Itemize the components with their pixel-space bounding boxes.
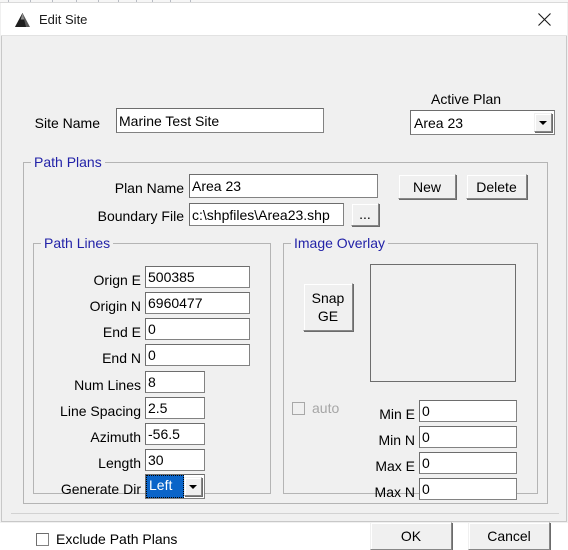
origin-n-input[interactable]: 6960477 [145,292,250,314]
azimuth-label: Azimuth [90,429,141,445]
end-e-label: End E [102,324,141,340]
min-n-label: Min N [378,432,415,448]
max-n-label: Max N [374,484,415,500]
browse-boundary-file-button[interactable]: ... [351,203,379,226]
title-bar[interactable]: Edit Site [1,3,567,36]
window-title: Edit Site [39,12,88,27]
boundary-file-label: Boundary File [97,208,184,224]
azimuth-input[interactable]: -56.5 [145,423,205,445]
chevron-down-icon[interactable] [534,113,552,132]
image-overlay-legend: Image Overlay [291,235,389,251]
orign-e-input[interactable]: 500385 [145,266,250,288]
new-plan-button[interactable]: New [398,174,456,199]
close-icon[interactable] [522,3,567,35]
max-e-label: Max E [375,458,415,474]
auto-checkbox-row: auto [292,400,339,417]
min-e-input[interactable]: 0 [419,400,517,422]
line-spacing-label: Line Spacing [60,403,141,419]
footer-separator [11,513,559,514]
exclude-path-plans-label: Exclude Path Plans [56,531,178,547]
num-lines-label: Num Lines [74,377,141,393]
end-n-label: End N [102,350,141,366]
path-lines-legend: Path Lines [41,235,114,251]
edit-site-dialog: Edit Site Site Name Marine Test Site Act… [0,0,568,550]
max-e-input[interactable]: 0 [419,452,517,474]
num-lines-input[interactable]: 8 [145,371,205,393]
exclude-path-plans-checkbox[interactable] [36,533,49,546]
boundary-file-input[interactable]: c:\shpfiles\Area23.shp [189,203,344,226]
ok-button[interactable]: OK [370,522,452,550]
site-name-input[interactable]: Marine Test Site [116,108,324,133]
generate-dir-combo[interactable]: Left [145,474,205,499]
length-label: Length [98,455,141,471]
snap-ge-line2: GE [317,308,339,324]
min-n-input[interactable]: 0 [419,426,517,448]
snap-ge-button[interactable]: Snap GE [303,283,353,331]
generate-dir-label: Generate Dir [60,481,141,497]
snap-ge-line1: Snap [311,290,345,306]
auto-checkbox-label: auto [312,400,340,416]
path-plans-legend: Path Plans [31,154,105,170]
active-plan-value: Area 23 [414,114,464,131]
auto-checkbox [292,402,305,415]
cancel-button[interactable]: Cancel [468,522,550,550]
generate-dir-value: Left [146,475,184,498]
min-e-label: Min E [379,406,415,422]
end-n-input[interactable]: 0 [145,344,250,366]
delete-plan-button[interactable]: Delete [466,174,527,199]
orign-e-label: Orign E [93,272,141,288]
plan-name-input[interactable]: Area 23 [189,174,378,198]
plan-name-label: Plan Name [114,180,184,196]
dialog-client-area: Site Name Marine Test Site Active Plan A… [1,36,567,550]
exclude-path-plans-row[interactable]: Exclude Path Plans [36,531,177,548]
site-name-label: Site Name [34,115,100,131]
origin-n-label: Origin N [89,298,141,314]
image-overlay-preview[interactable] [370,264,516,382]
max-n-input[interactable]: 0 [419,478,517,500]
chevron-down-icon[interactable] [184,477,202,496]
length-input[interactable]: 30 [145,449,205,471]
end-e-input[interactable]: 0 [145,318,250,340]
active-plan-combo[interactable]: Area 23 [410,110,555,135]
active-plan-label: Active Plan [431,91,502,107]
mountain-triangle-icon [14,12,31,28]
line-spacing-input[interactable]: 2.5 [145,397,205,419]
generate-dir-value-wrap: Left [146,475,184,498]
